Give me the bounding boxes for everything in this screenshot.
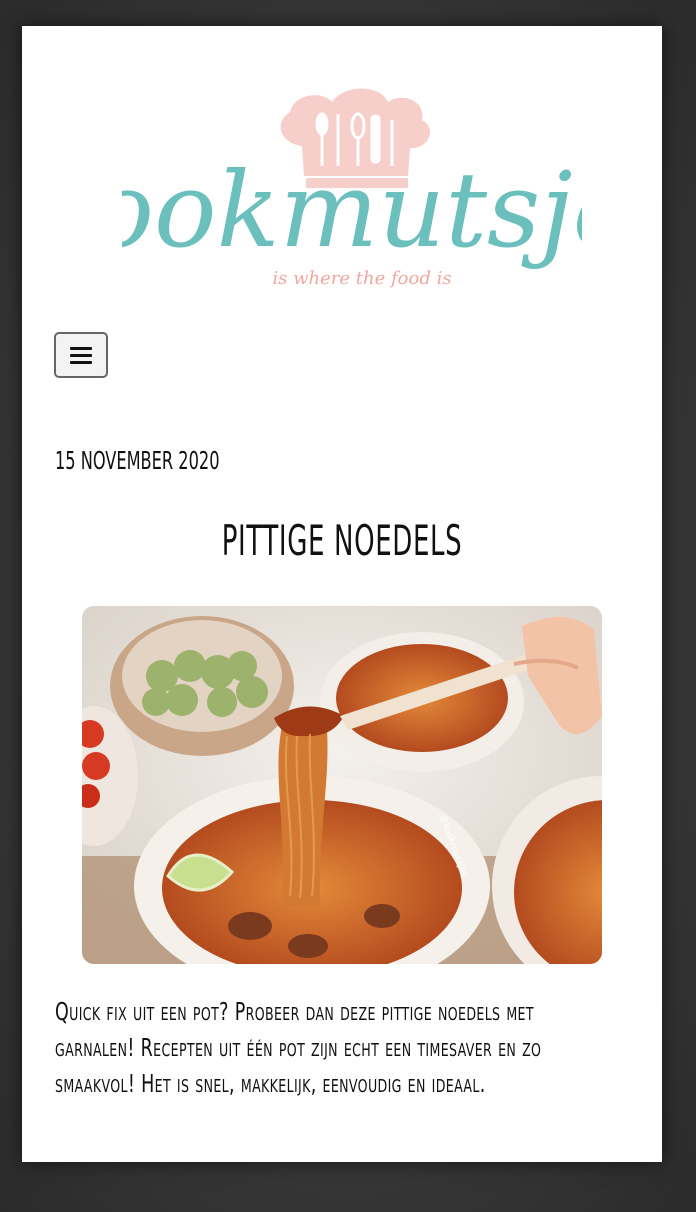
site-logo[interactable]: Kookmutsjes is where the food is bbox=[14, 86, 688, 306]
post-date: 15 NOVEMBER 2020 bbox=[55, 446, 220, 475]
post-featured-image[interactable]: @kookmutsjes bbox=[82, 606, 602, 964]
page-card: Kookmutsjes is where the food is 15 NOVE… bbox=[14, 26, 688, 1162]
menu-toggle-button[interactable] bbox=[54, 332, 108, 378]
logo-wordmark: Kookmutsjes bbox=[122, 149, 582, 271]
post-excerpt: Quick fix uit een pot? Probeer dan deze … bbox=[55, 997, 542, 1098]
hamburger-icon bbox=[70, 343, 92, 368]
post-title[interactable]: PITTIGE NOEDELS bbox=[144, 516, 541, 565]
logo-tagline: is where the food is bbox=[272, 268, 451, 289]
